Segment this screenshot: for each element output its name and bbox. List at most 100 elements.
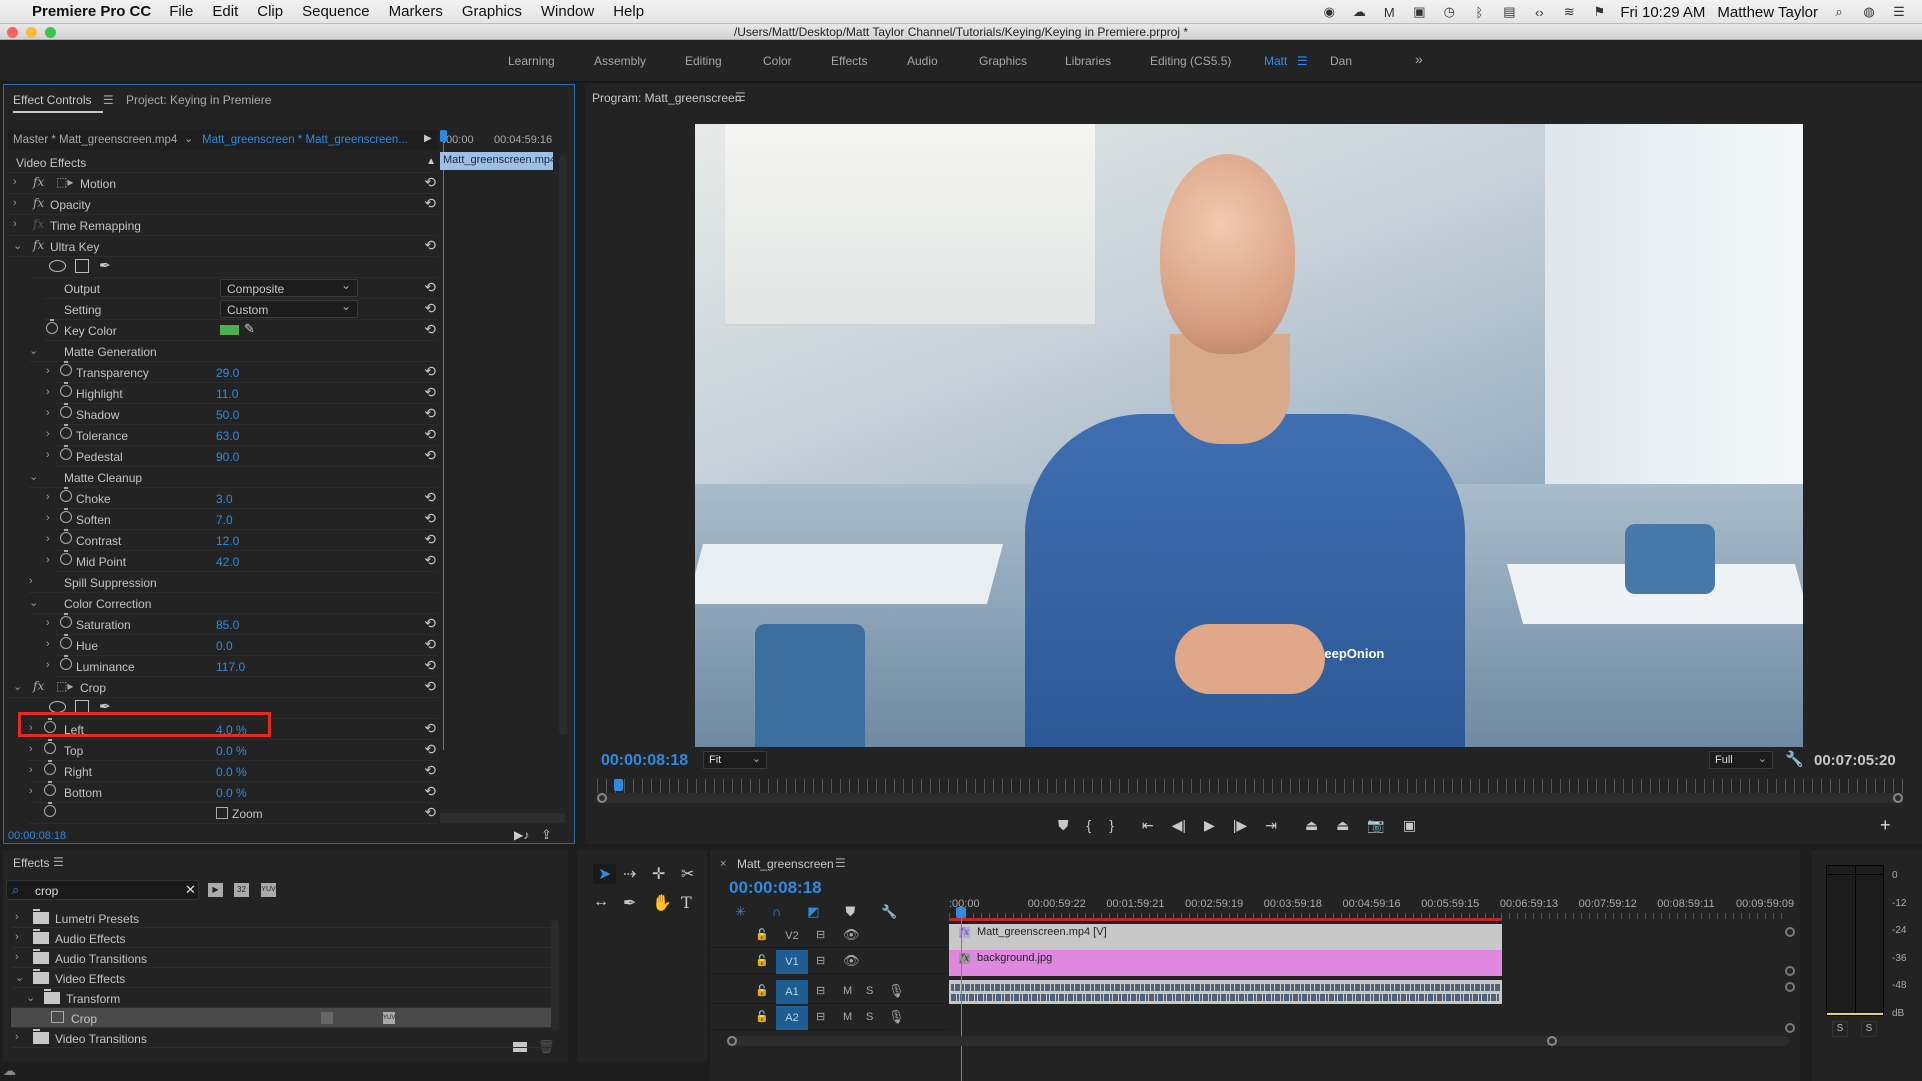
step-back-icon[interactable]: ◀| <box>1172 817 1186 834</box>
menu-window[interactable]: Window <box>541 3 594 20</box>
32bit-filter-icon[interactable]: 32 <box>234 883 249 897</box>
stopwatch-icon[interactable] <box>60 361 72 376</box>
lock-icon[interactable]: 🔓 <box>755 1010 769 1023</box>
reset-icon[interactable]: ⟲ <box>424 741 436 758</box>
backup-icon[interactable]: ▣ <box>1410 4 1428 20</box>
comparison-view-icon[interactable]: ▣ <box>1403 817 1416 834</box>
zoom-window-button[interactable] <box>45 27 56 38</box>
track-target-v2[interactable]: V2 <box>776 924 808 948</box>
clip-matt-greenscreen-video[interactable]: fx Matt_greenscreen.mp4 [V] <box>949 924 1502 950</box>
linked-selection-icon[interactable]: ◩ <box>807 904 819 920</box>
zoom-level-dropdown[interactable]: Fit ⌄ <box>703 751 767 769</box>
chevron-right-icon[interactable]: › <box>15 931 19 943</box>
stopwatch-icon[interactable] <box>60 403 72 418</box>
collapse-icon[interactable]: ▲ <box>426 156 436 167</box>
param-value[interactable]: 3.0 <box>216 492 233 506</box>
stopwatch-icon[interactable] <box>60 613 72 628</box>
reset-icon[interactable]: ⟲ <box>424 762 436 779</box>
stopwatch-icon[interactable] <box>60 424 72 439</box>
menu-help[interactable]: Help <box>613 3 644 20</box>
reset-icon[interactable]: ⟲ <box>424 447 436 464</box>
stopwatch-icon[interactable] <box>60 634 72 649</box>
group-spill[interactable]: › Spill Suppression <box>29 572 438 593</box>
accelerated-effects-filter-icon[interactable]: ▶ <box>208 883 223 897</box>
extract-icon[interactable]: ⏏ <box>1336 817 1349 834</box>
clear-search-icon[interactable]: ✕ <box>185 882 196 898</box>
microphone-icon[interactable]: 🎙 <box>888 983 905 999</box>
reset-icon[interactable]: ⟲ <box>424 405 436 422</box>
reset-icon[interactable]: ⟲ <box>424 657 436 674</box>
panel-menu-icon[interactable]: ☰ <box>53 855 64 869</box>
close-window-button[interactable] <box>7 27 18 38</box>
razor-tool-icon[interactable]: ✂ <box>681 864 694 884</box>
workspace-learning[interactable]: Learning <box>508 54 555 68</box>
type-tool-icon[interactable]: T <box>681 893 692 912</box>
group-color-correction[interactable]: ⌄ Color Correction <box>29 593 438 614</box>
rectangle-mask-icon[interactable] <box>75 259 89 273</box>
selection-tool-icon[interactable]: ➤ <box>593 864 617 884</box>
workspace-libraries[interactable]: Libraries <box>1065 54 1111 68</box>
param-value[interactable]: 117.0 <box>216 660 245 674</box>
param-value[interactable]: 11.0 <box>216 387 238 401</box>
menu-edit[interactable]: Edit <box>212 3 238 20</box>
chevron-down-icon[interactable]: ⌄ <box>26 991 35 1004</box>
param-choke[interactable]: › Choke 3.0 ⟲ <box>46 487 438 509</box>
stopwatch-icon[interactable] <box>60 655 72 670</box>
hand-tool-icon[interactable]: ✋ <box>652 893 672 913</box>
timeline-timecode[interactable]: 00:00:08:18 <box>729 878 822 898</box>
param-right[interactable]: › Right 0.0 % ⟲ <box>29 760 438 782</box>
workspaces-overflow-button[interactable]: » <box>1415 51 1423 67</box>
param-value[interactable]: 7.0 <box>216 513 233 527</box>
effects-tree-item[interactable]: ⌄ Transform <box>11 988 551 1008</box>
param-contrast[interactable]: › Contrast 12.0 ⟲ <box>46 529 438 551</box>
effect-controls-timecode[interactable]: 00:00:08:18 <box>8 830 66 842</box>
user-name[interactable]: Matthew Taylor <box>1717 4 1818 21</box>
param-highlight[interactable]: › Highlight 11.0 ⟲ <box>46 382 438 404</box>
effects-tree-item[interactable]: › Audio Effects <box>11 928 551 948</box>
pen-mask-icon[interactable]: ✒ <box>99 257 111 274</box>
chevron-right-icon[interactable]: › <box>15 1031 19 1043</box>
effect-time-remapping[interactable]: › fx Time Remapping <box>8 215 438 236</box>
program-playhead[interactable] <box>614 779 623 791</box>
sync-lock-icon[interactable]: ⊟ <box>816 1010 825 1023</box>
param-value[interactable]: 0.0 % <box>216 744 247 758</box>
stopwatch-icon[interactable] <box>44 739 56 754</box>
track-height-handle[interactable] <box>1785 927 1795 937</box>
time-machine-icon[interactable]: ◷ <box>1440 4 1458 20</box>
reset-icon[interactable]: ⟲ <box>424 384 436 401</box>
param-value[interactable]: 90.0 <box>216 450 239 464</box>
clock[interactable]: Fri 10:29 AM <box>1620 4 1705 21</box>
mini-timeline[interactable]: :00:00 00:04:59:16 Matt_greenscreen.mp4 <box>440 130 565 750</box>
workspace-color[interactable]: Color <box>763 54 792 68</box>
microphone-icon[interactable]: 🎙 <box>888 1009 905 1025</box>
menu-markers[interactable]: Markers <box>389 3 443 20</box>
program-zoom-scrollbar[interactable] <box>597 793 1903 803</box>
yuv-filter-icon[interactable]: YUV <box>261 883 276 897</box>
panel-menu-icon[interactable]: ☰ <box>835 856 846 870</box>
param-luminance[interactable]: › Luminance 117.0 ⟲ <box>46 655 438 677</box>
toggle-timeline-icon[interactable]: ▶ <box>424 133 432 144</box>
solo-left-button[interactable]: S <box>1832 1021 1848 1037</box>
menu-clip[interactable]: Clip <box>257 3 283 20</box>
program-video-frame[interactable]: DeepOnion <box>695 124 1803 747</box>
siri-icon[interactable]: ◍ <box>1860 4 1878 20</box>
export-icon[interactable]: ⇪ <box>541 827 552 843</box>
effects-search-field[interactable]: ⌕ crop ✕ <box>6 880 199 900</box>
effect-opacity[interactable]: › fx Opacity ⟲ <box>8 194 438 215</box>
sequence-tab[interactable]: Matt_greenscreen <box>737 857 834 871</box>
export-frame-camera-icon[interactable]: 📷 <box>1367 817 1384 834</box>
track-target-v1[interactable]: V1 <box>776 950 808 974</box>
lock-icon[interactable]: 🔓 <box>755 954 769 967</box>
panel-menu-icon[interactable]: ☰ <box>103 93 114 107</box>
zoom-checkbox[interactable] <box>216 807 228 819</box>
record-icon[interactable]: ◉ <box>1320 4 1338 20</box>
param-pedestal[interactable]: › Pedestal 90.0 ⟲ <box>46 445 438 467</box>
workspace-audio[interactable]: Audio <box>907 54 938 68</box>
flag-icon[interactable]: ⚑ <box>1590 4 1608 20</box>
workspace-menu-icon[interactable]: ☰ <box>1297 54 1308 68</box>
pen-tool-icon[interactable]: ✒ <box>623 893 636 913</box>
stopwatch-icon[interactable] <box>44 802 56 817</box>
code-icon[interactable]: ‹› <box>1530 4 1548 20</box>
stopwatch-icon[interactable] <box>44 781 56 796</box>
workspace-editing-cs55[interactable]: Editing (CS5.5) <box>1150 54 1231 68</box>
